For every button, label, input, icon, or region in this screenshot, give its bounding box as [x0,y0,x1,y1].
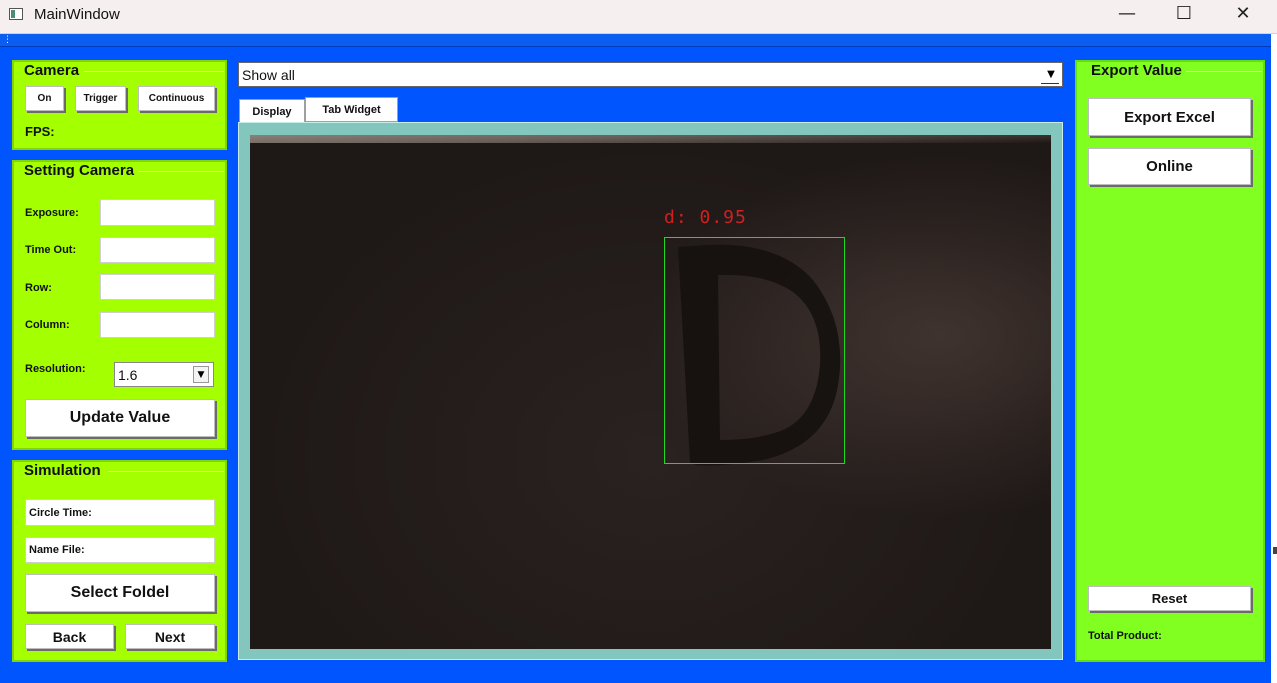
combo-underline [1041,83,1059,84]
view-mode-select[interactable]: Show all ▼ [238,62,1063,87]
maximize-button[interactable]: ☐ [1155,0,1213,30]
back-button[interactable]: Back [25,624,114,649]
toolbar-grip-icon[interactable]: ⋮ [3,35,12,45]
group-divider [84,71,224,72]
online-button[interactable]: Online [1088,148,1251,185]
app-icon [9,8,23,20]
chevron-down-icon[interactable]: ▼ [193,366,209,383]
view-mode-value: Show all [242,66,295,83]
resize-handle[interactable] [1273,547,1277,554]
export-excel-button[interactable]: Export Excel [1088,98,1251,136]
group-divider [108,471,224,472]
column-label: Column: [25,319,70,331]
column-input[interactable] [100,312,215,338]
timeout-input[interactable] [100,237,215,263]
resolution-select[interactable]: 1.6 ▼ [114,362,214,387]
circle-time-field[interactable]: Circle Time: [25,499,215,526]
title-bar: MainWindow — ☐ ✕ [0,0,1277,34]
circle-time-label: Circle Time: [29,506,92,519]
simulation-title: Simulation [24,462,105,479]
menu-bar: ⋮ [0,34,1271,47]
export-value-panel: Export Value Export Excel Online Reset T… [1075,60,1265,662]
tab-display[interactable]: Display [239,99,305,123]
exposure-input[interactable] [100,199,215,226]
camera-panel: Camera On Trigger Continuous FPS: [12,60,227,150]
simulation-panel: Simulation Circle Time: Name File: Selec… [12,460,227,662]
camera-panel-title: Camera [24,62,84,79]
setting-camera-panel: Setting Camera Exposure: Time Out: Row: … [12,160,227,450]
close-button[interactable]: ✕ [1214,0,1272,30]
row-label: Row: [25,282,52,294]
export-value-title: Export Value [1091,62,1186,79]
camera-on-button[interactable]: On [25,86,64,111]
resolution-label: Resolution: [25,363,86,375]
tab-widget[interactable]: Tab Widget [305,97,398,122]
detection-label: d: 0.95 [664,207,747,228]
resolution-value: 1.6 [118,366,138,383]
next-button[interactable]: Next [125,624,215,649]
trigger-button[interactable]: Trigger [75,86,126,111]
status-bar [0,672,1271,683]
fps-label: FPS: [25,124,55,139]
continuous-button[interactable]: Continuous [138,86,215,111]
detection-box [664,237,845,464]
reset-button[interactable]: Reset [1088,586,1251,611]
group-divider [1179,71,1262,72]
setting-camera-title: Setting Camera [24,162,139,179]
group-divider [138,171,224,172]
window-edge [1271,34,1277,683]
name-file-field[interactable]: Name File: [25,537,215,563]
update-value-button[interactable]: Update Value [25,399,215,437]
select-folder-button[interactable]: Select Foldel [25,574,215,612]
chevron-down-icon[interactable]: ▼ [1043,66,1059,83]
total-product-label: Total Product: [1088,630,1162,642]
row-input[interactable] [100,274,215,300]
camera-view: d: 0.95 [250,135,1051,649]
timeout-label: Time Out: [25,244,77,256]
minimize-button[interactable]: — [1098,0,1156,30]
exposure-label: Exposure: [25,207,79,219]
camera-edge-highlight [250,135,1051,143]
window-title: MainWindow [34,6,120,23]
name-file-label: Name File: [29,544,85,556]
